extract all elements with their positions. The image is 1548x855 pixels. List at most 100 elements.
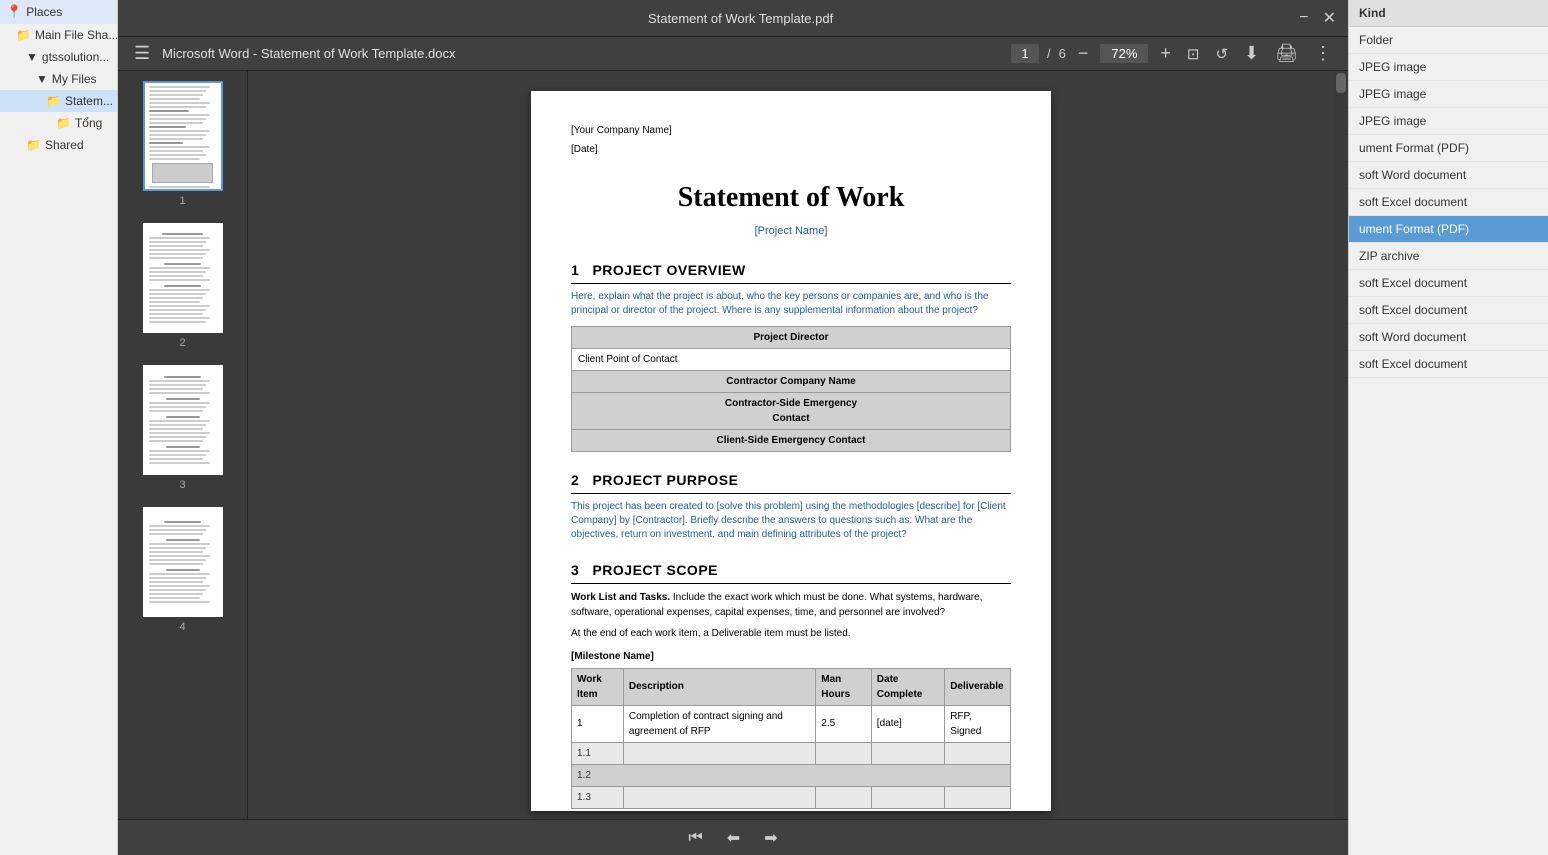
pdf-section-2-desc: This project has been created to [solve … — [571, 500, 1011, 542]
page-total: 6 — [1059, 46, 1066, 61]
work-row-1-1-date — [871, 742, 944, 764]
work-row-1-deliverable: RFP, Signed — [945, 705, 1011, 742]
pdf-scrollbar[interactable] — [1334, 71, 1348, 819]
right-panel-item-folder[interactable]: Folder — [1349, 27, 1548, 54]
expand-icon: ▼ — [26, 50, 38, 64]
pdf-doc-title: Microsoft Word - Statement of Work Templ… — [162, 46, 1003, 61]
pdf-section-3-body2: At the end of each work item, a Delivera… — [571, 626, 1011, 641]
work-row-1-1-hours — [816, 742, 872, 764]
zoom-in-button[interactable]: + — [1156, 43, 1175, 64]
work-row-1-3-hours — [816, 786, 872, 808]
pdf-titlebar: Statement of Work Template.pdf − ✕ — [118, 0, 1348, 37]
work-table-header-date: Date Complete — [871, 668, 944, 705]
right-panel-item-excel-1[interactable]: soft Excel document — [1349, 189, 1548, 216]
expand-icon-2: ▼ — [36, 72, 48, 86]
zoom-level-input[interactable] — [1100, 44, 1148, 63]
work-row-1-3: 1.3 — [572, 786, 624, 808]
work-table-header-deliverable: Deliverable — [945, 668, 1011, 705]
section-1-label: Project Overview — [592, 262, 745, 278]
zoom-out-button[interactable]: − — [1074, 43, 1093, 64]
pdf-thumbnails-panel: 1 — [118, 71, 248, 819]
pdf-page-1: [Your Company Name] [Date] Statement of … — [531, 91, 1051, 811]
section-3-num: 3 — [571, 562, 579, 578]
pdf-section-2-title: 2 Project Purpose — [571, 470, 1011, 494]
file-tree-sidebar: 📍 Places 📁 Main File Sha... ▼ gtssolutio… — [0, 0, 118, 855]
minimize-button[interactable]: − — [1295, 8, 1312, 28]
next-page-button[interactable]: ➡ — [760, 828, 781, 848]
right-panel-item-zip[interactable]: ZIP archive — [1349, 243, 1548, 270]
right-panel-item-excel-4[interactable]: soft Excel document — [1349, 351, 1548, 378]
pdf-milestone-label: [Milestone Name] — [571, 649, 1011, 664]
right-panel-item-jpeg-3[interactable]: JPEG image — [1349, 108, 1548, 135]
table-cell-contractor: Contractor Company Name — [572, 370, 1011, 392]
folder-icon-4: 📁 — [26, 138, 41, 152]
folder-icon: 📁 — [16, 28, 31, 42]
pdf-thumbnail-1[interactable]: 1 — [143, 81, 223, 207]
section-2-num: 2 — [571, 472, 579, 488]
folder-icon-3: 📁 — [56, 116, 71, 130]
work-table-header-desc: Description — [623, 668, 815, 705]
section-1-num: 1 — [571, 262, 579, 278]
thumbnail-num-4: 4 — [179, 621, 185, 633]
sidebar-item-tong[interactable]: 📁 Tổng — [0, 112, 117, 134]
work-table-header-hours: Man Hours — [816, 668, 872, 705]
sidebar-item-shared[interactable]: 📁 Shared — [0, 134, 117, 156]
page-number-input[interactable] — [1011, 44, 1039, 63]
pdf-bottom-bar: ⏮ ⬅ ➡ — [118, 819, 1348, 855]
table-cell-director: Project Director — [572, 326, 1011, 348]
right-panel: Kind Folder JPEG image JPEG image JPEG i… — [1348, 0, 1548, 855]
pdf-thumbnail-3[interactable]: 3 — [143, 365, 223, 491]
right-panel-item-excel-2[interactable]: soft Excel document — [1349, 270, 1548, 297]
sidebar-item-gtssolution[interactable]: ▼ gtssolution... — [0, 46, 117, 68]
table-cell-client: Client Point of Contact — [572, 348, 1011, 370]
places-icon: 📍 — [6, 4, 22, 20]
pdf-date: [Date] — [571, 142, 1011, 157]
section-2-label: Project Purpose — [592, 472, 738, 488]
section-3-label: Project Scope — [592, 562, 718, 578]
print-button[interactable]: 🖨 — [1271, 43, 1302, 64]
work-row-1-3-desc — [623, 786, 815, 808]
pdf-thumbnail-4[interactable]: 4 — [143, 507, 223, 633]
right-panel-item-pdf-1[interactable]: ument Format (PDF) — [1349, 135, 1548, 162]
work-row-1-1-del — [945, 742, 1011, 764]
sidebar-item-places[interactable]: 📍 Places — [0, 0, 117, 24]
right-panel-item-excel-3[interactable]: soft Excel document — [1349, 297, 1548, 324]
prev-page-button[interactable]: ⬅ — [723, 828, 744, 848]
pdf-controls: / 6 − + ⊡ ↺ — [1011, 43, 1232, 64]
work-row-1-2: 1.2 — [572, 764, 1011, 786]
thumbnail-num-2: 2 — [179, 337, 185, 349]
first-page-button[interactable]: ⏮ — [684, 829, 706, 847]
pdf-section-3-title: 3 Project Scope — [571, 560, 1011, 584]
fit-page-button[interactable]: ⊡ — [1183, 45, 1204, 63]
rotate-button[interactable]: ↺ — [1211, 45, 1232, 63]
page-current — [1011, 44, 1039, 63]
table-cell-emergency: Contractor-Side EmergencyContact — [572, 392, 1011, 429]
section-3-bold: Work List and Tasks. — [571, 592, 670, 603]
right-panel-item-word-1[interactable]: soft Word document — [1349, 162, 1548, 189]
pdf-window-title: Statement of Work Template.pdf — [186, 11, 1295, 26]
sidebar-item-main-file[interactable]: 📁 Main File Sha... — [0, 24, 117, 46]
page-separator: / — [1047, 46, 1051, 61]
right-panel-item-jpeg-1[interactable]: JPEG image — [1349, 54, 1548, 81]
work-row-1-desc: Completion of contract signing and agree… — [623, 705, 815, 742]
hamburger-button[interactable]: ☰ — [130, 43, 154, 64]
pdf-section-3-body1: Work List and Tasks. Include the exact w… — [571, 590, 1011, 620]
pdf-section-1-title: 1 Project Overview — [571, 260, 1011, 284]
work-row-1-1-desc — [623, 742, 815, 764]
pdf-doc-main-title: Statement of Work — [571, 177, 1011, 219]
work-row-1-hours: 2.5 — [816, 705, 872, 742]
pdf-thumbnail-2[interactable]: 2 — [143, 223, 223, 349]
sidebar-item-myfiles[interactable]: ▼ My Files — [0, 68, 117, 90]
work-row-1-3-date — [871, 786, 944, 808]
sidebar-item-statem[interactable]: 📁 Statem... — [0, 90, 117, 112]
pdf-content-scroll[interactable]: [Your Company Name] [Date] Statement of … — [248, 71, 1334, 819]
right-panel-item-jpeg-2[interactable]: JPEG image — [1349, 81, 1548, 108]
right-panel-item-pdf-selected[interactable]: ument Format (PDF) — [1349, 216, 1548, 243]
thumbnail-image-1 — [143, 81, 223, 191]
more-button[interactable]: ⋮ — [1310, 43, 1336, 64]
pdf-toolbar-right: ⬇ 🖨 ⋮ — [1240, 43, 1336, 64]
close-button[interactable]: ✕ — [1319, 8, 1340, 28]
download-button[interactable]: ⬇ — [1240, 43, 1263, 64]
right-panel-item-word-2[interactable]: soft Word document — [1349, 324, 1548, 351]
pdf-company-name: [Your Company Name] — [571, 123, 1011, 138]
